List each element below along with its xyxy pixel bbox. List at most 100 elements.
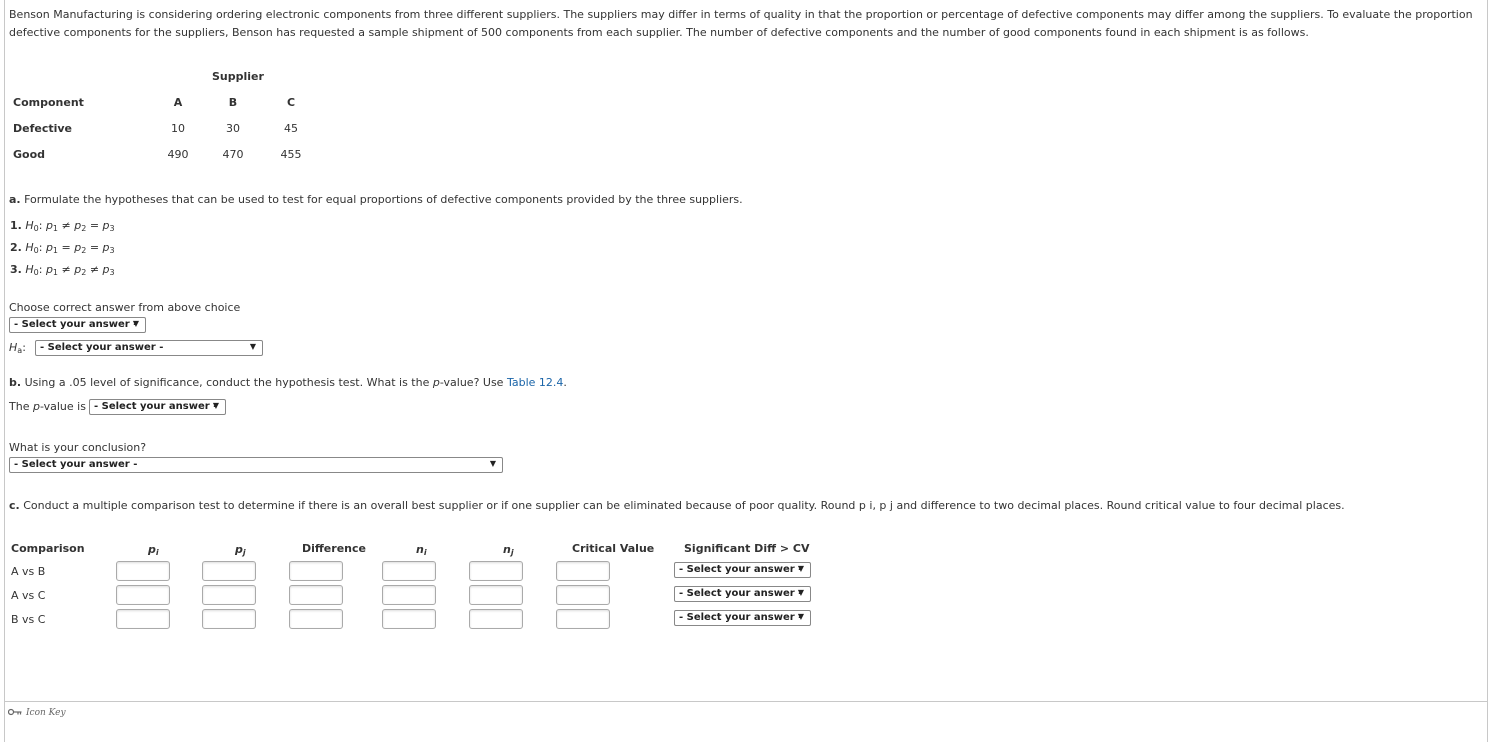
- choice-3-p1: p: [45, 263, 53, 276]
- significant-select-a-vs-b[interactable]: - Select your answer - ▼: [674, 562, 811, 578]
- nj-input-a-vs-b[interactable]: [469, 561, 523, 581]
- comparison-header: Comparison: [11, 542, 85, 555]
- part-b-letter: b.: [9, 376, 22, 389]
- choice-1-p3: p: [102, 219, 110, 232]
- ni-input-a-vs-c[interactable]: [382, 585, 436, 605]
- significant-header: Significant Diff > CV: [684, 542, 810, 555]
- icon-key-label: Icon Key: [26, 708, 66, 718]
- pj-input-a-vs-b[interactable]: [202, 561, 256, 581]
- chevron-down-icon: ▼: [212, 401, 219, 410]
- table-link[interactable]: Table 12.4: [507, 376, 563, 389]
- part-b-text-p: p: [432, 376, 440, 389]
- nj-input-b-vs-c[interactable]: [469, 609, 523, 629]
- chevron-down-icon: ▼: [797, 588, 804, 597]
- significant-select-a-vs-b-value: - Select your answer -: [679, 564, 803, 575]
- row-defective-label: Defective: [13, 122, 73, 135]
- ha-label: Ha:: [9, 341, 26, 355]
- chevron-down-icon: ▼: [132, 319, 139, 328]
- ha-colon: :: [22, 341, 26, 354]
- row-good-label: Good: [13, 148, 46, 161]
- part-b-text-pre: Using a .05 level of significance, condu…: [24, 376, 433, 389]
- ni-input-a-vs-b[interactable]: [382, 561, 436, 581]
- part-a-prompt: a. Formulate the hypotheses that can be …: [9, 193, 743, 206]
- choice-2-op1: =: [61, 241, 71, 254]
- h0-choice-select[interactable]: - Select your answer - ▼: [9, 317, 146, 333]
- choice-2-p1: p: [45, 241, 53, 254]
- defective-b: 30: [226, 122, 240, 135]
- choice-2-p1-sub: 1: [52, 246, 59, 255]
- choice-3-colon: :: [38, 263, 43, 276]
- critical-input-a-vs-b[interactable]: [556, 561, 610, 581]
- row-a-vs-b-label: A vs B: [11, 565, 46, 578]
- difference-input-a-vs-b[interactable]: [289, 561, 343, 581]
- pi-header-p: p: [148, 543, 156, 556]
- choice-2-p3-sub: 3: [109, 246, 115, 255]
- choice-2-num: 2.: [10, 241, 22, 254]
- critical-value-header: Critical Value: [572, 542, 655, 555]
- choice-1: 1. H0: p1 ≠ p2 = p3: [10, 219, 115, 233]
- nj-header-sub: j: [510, 548, 514, 557]
- ha-select-value: - Select your answer -: [40, 342, 164, 353]
- pi-header-sub: i: [155, 548, 159, 557]
- significant-select-a-vs-c[interactable]: - Select your answer - ▼: [674, 586, 811, 602]
- good-b: 470: [222, 148, 244, 161]
- nj-header-n: n: [503, 543, 511, 556]
- pi-input-a-vs-b[interactable]: [116, 561, 170, 581]
- pi-input-a-vs-c[interactable]: [116, 585, 170, 605]
- part-b-prompt: b. Using a .05 level of significance, co…: [9, 376, 567, 389]
- conclusion-select[interactable]: - Select your answer - ▼: [9, 457, 503, 473]
- part-c-letter: c.: [9, 499, 20, 512]
- nj-input-a-vs-c[interactable]: [469, 585, 523, 605]
- choice-2-p2-sub: 2: [81, 246, 87, 255]
- critical-input-b-vs-c[interactable]: [556, 609, 610, 629]
- significant-select-b-vs-c[interactable]: - Select your answer - ▼: [674, 610, 811, 626]
- choice-3-p3-sub: 3: [109, 268, 115, 277]
- defective-c: 45: [284, 122, 298, 135]
- pj-input-b-vs-c[interactable]: [202, 609, 256, 629]
- part-a-text: Formulate the hypotheses that can be use…: [24, 193, 743, 206]
- choice-1-num: 1.: [10, 219, 22, 232]
- pi-input-b-vs-c[interactable]: [116, 609, 170, 629]
- pj-header-sub: j: [242, 548, 246, 557]
- pvalue-select[interactable]: - Select your answer - ▼: [89, 399, 226, 415]
- choice-3-p1-sub: 1: [52, 268, 59, 277]
- col-c-header: C: [286, 96, 296, 109]
- critical-input-a-vs-c[interactable]: [556, 585, 610, 605]
- col-b-header: B: [228, 96, 238, 109]
- choice-3-h: H: [25, 263, 34, 276]
- ni-header-n: n: [416, 543, 424, 556]
- pj-header: pj: [235, 543, 246, 557]
- difference-input-a-vs-c[interactable]: [289, 585, 343, 605]
- footer-divider: [4, 701, 1488, 702]
- ha-select[interactable]: - Select your answer - ▼: [35, 340, 263, 356]
- icon-key-link[interactable]: Icon Key: [8, 708, 66, 718]
- conclusion-select-value: - Select your answer -: [14, 459, 138, 470]
- choice-1-p1: p: [45, 219, 53, 232]
- chevron-down-icon: ▼: [249, 342, 256, 351]
- ni-header-sub: i: [423, 548, 427, 557]
- nj-header: nj: [503, 543, 514, 557]
- key-icon: [8, 708, 22, 716]
- choose-label: Choose correct answer from above choice: [9, 301, 241, 314]
- intro-text: Benson Manufacturing is considering orde…: [9, 8, 1473, 39]
- choice-2: 2. H0: p1 = p2 = p3: [10, 241, 115, 255]
- good-a: 490: [167, 148, 189, 161]
- pi-header: pi: [148, 543, 159, 557]
- choice-3: 3. H0: p1 ≠ p2 ≠ p3: [10, 263, 115, 277]
- chevron-down-icon: ▼: [797, 564, 804, 573]
- pj-input-a-vs-c[interactable]: [202, 585, 256, 605]
- pvalue-pre: The: [9, 400, 33, 413]
- choice-3-op1: ≠: [61, 263, 71, 276]
- part-c-text: Conduct a multiple comparison test to de…: [23, 499, 1345, 512]
- chevron-down-icon: ▼: [797, 612, 804, 621]
- choice-1-p2-sub: 2: [81, 224, 87, 233]
- ni-input-b-vs-c[interactable]: [382, 609, 436, 629]
- question-frame: [4, 0, 1488, 742]
- component-header: Component: [13, 96, 84, 109]
- pvalue-p: p: [32, 400, 40, 413]
- difference-input-b-vs-c[interactable]: [289, 609, 343, 629]
- col-a-header: A: [173, 96, 183, 109]
- difference-header: Difference: [302, 542, 366, 555]
- row-a-vs-c-label: A vs C: [11, 589, 46, 602]
- choice-1-h: H: [25, 219, 34, 232]
